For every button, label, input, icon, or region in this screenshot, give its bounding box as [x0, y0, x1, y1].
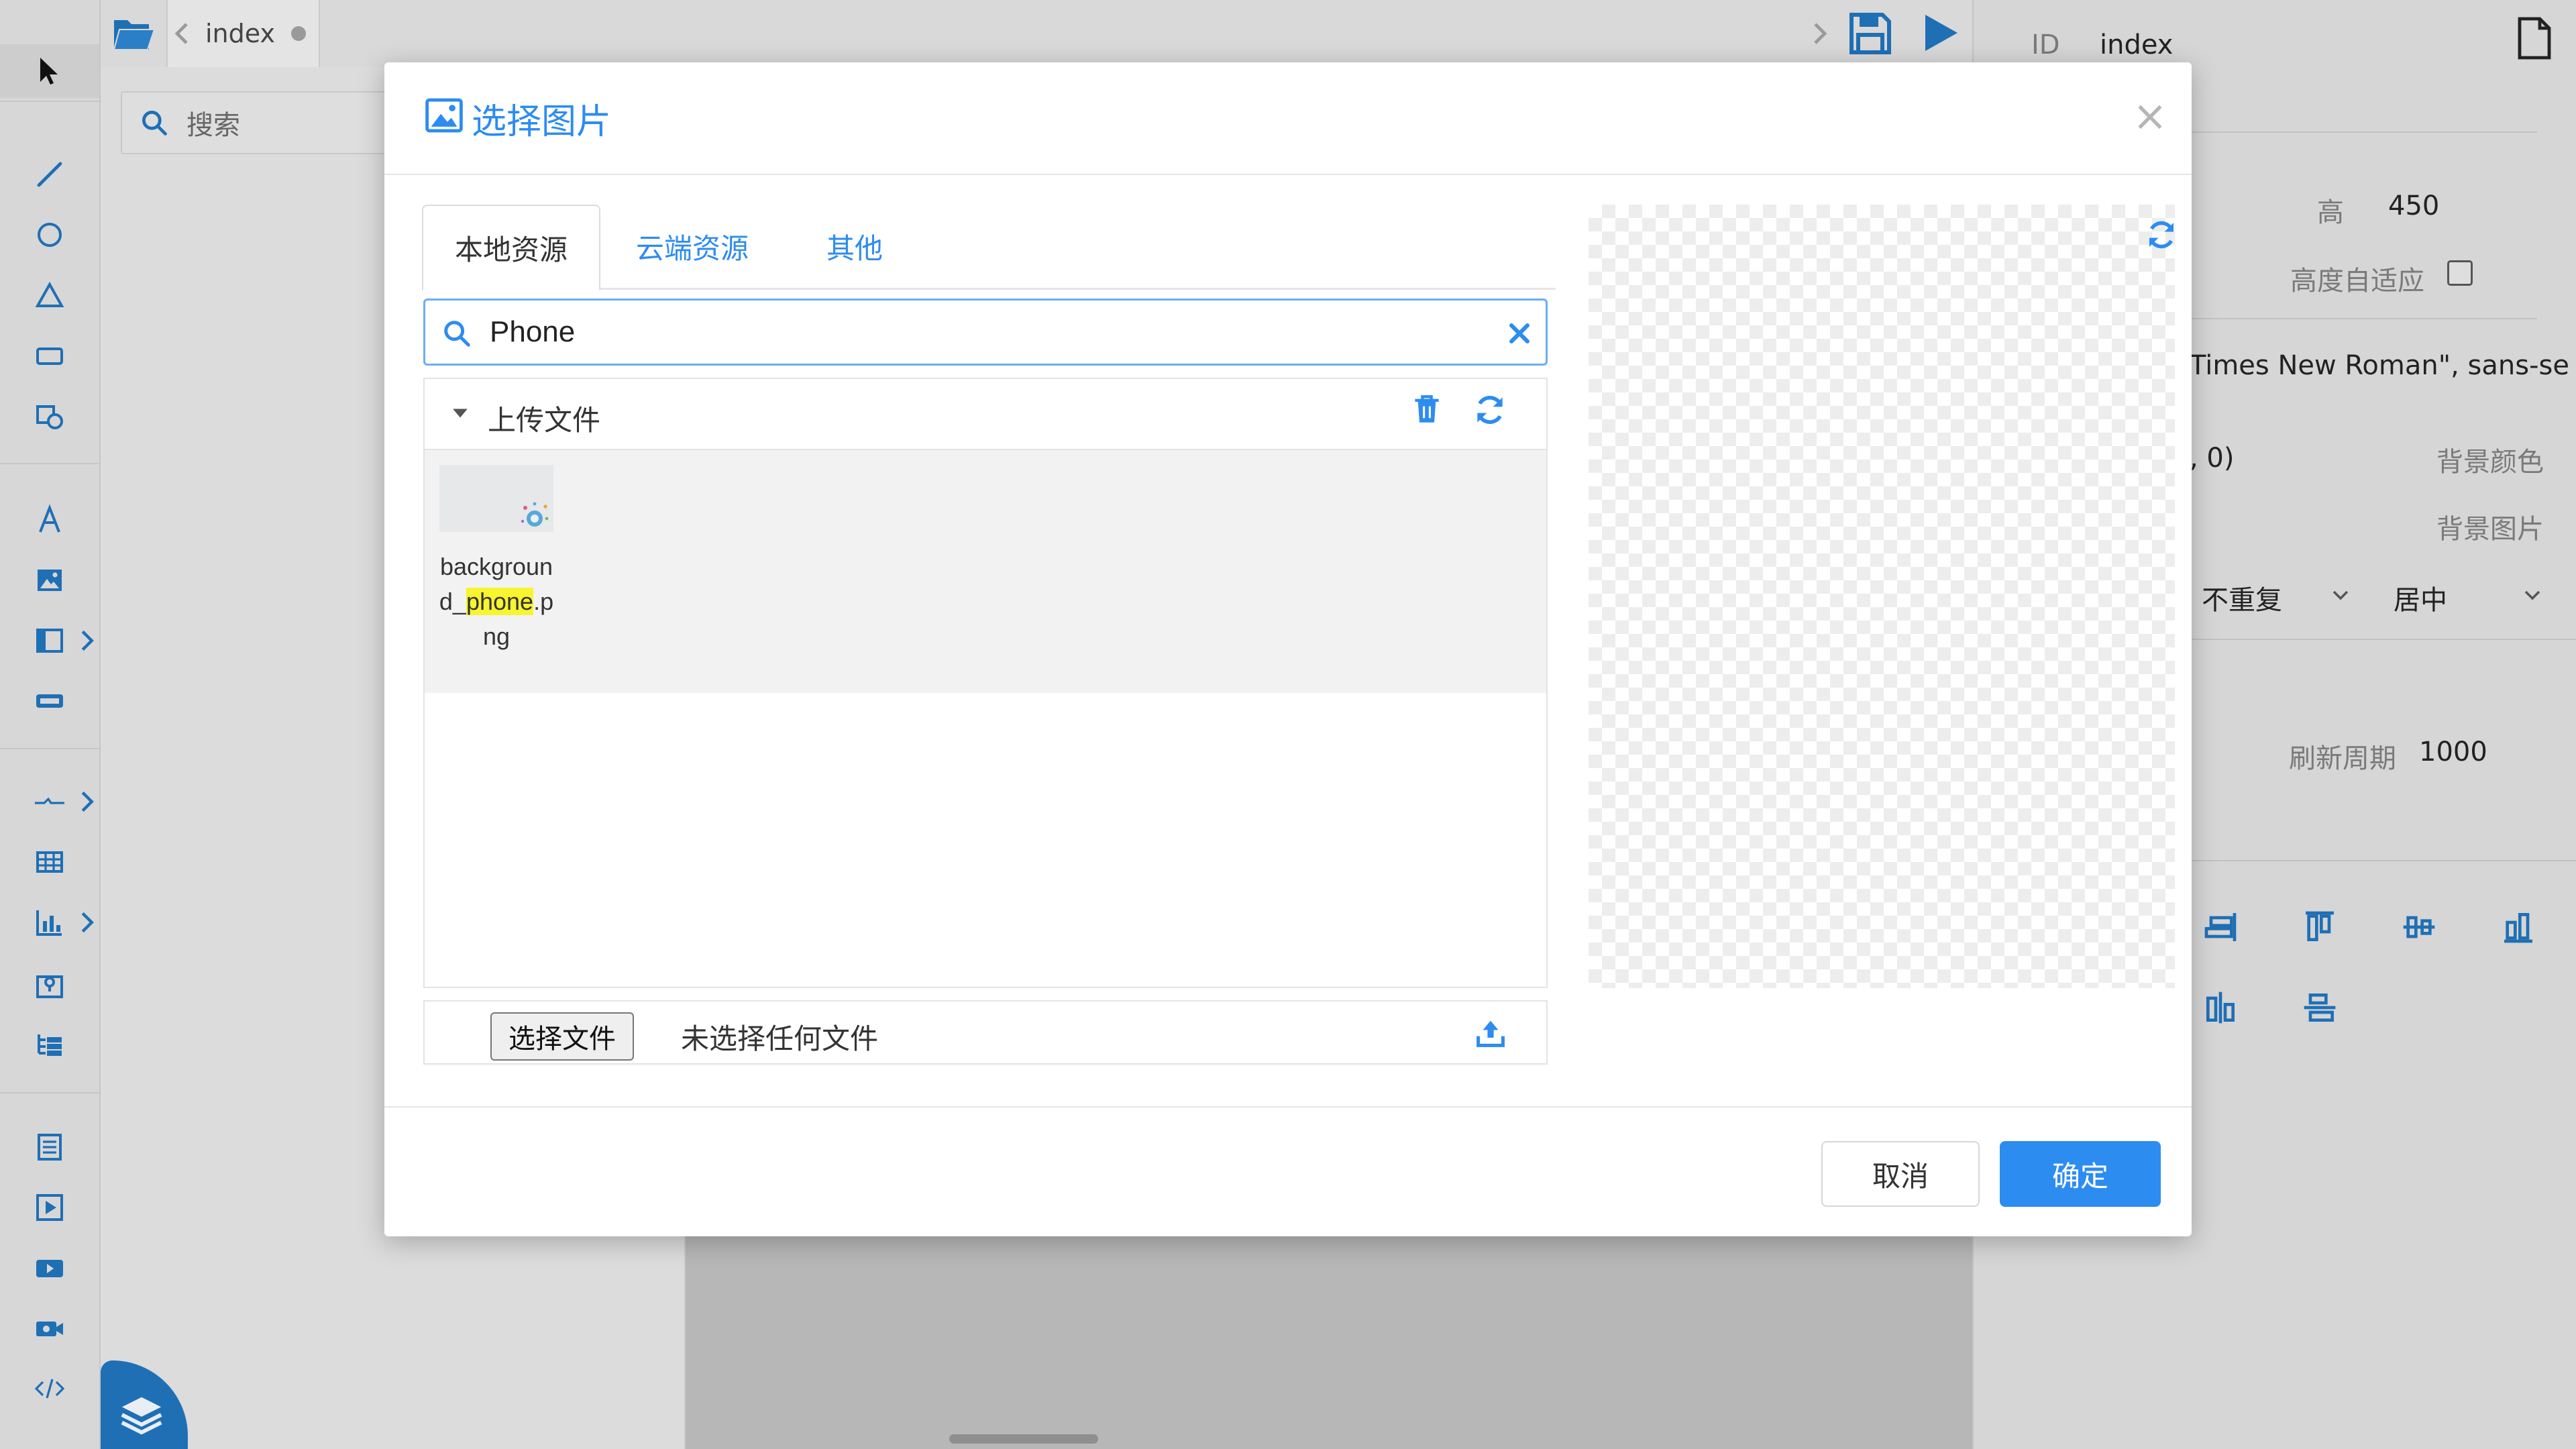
tool-rail — [0, 0, 101, 1449]
dialog-title: 选择图片 — [472, 102, 612, 142]
search-icon — [142, 111, 167, 136]
chevron-down-icon[interactable] — [2330, 585, 2351, 605]
circle-icon[interactable] — [0, 208, 99, 262]
auto-height-label: 高度自适应 — [2290, 266, 2424, 297]
font-color-value[interactable]: , 0) — [2190, 443, 2234, 474]
id-value: index — [2100, 30, 2174, 60]
file-item[interactable]: background_phone.png — [439, 465, 553, 654]
tab-cloud-resources[interactable]: 云端资源 — [598, 205, 787, 288]
select-image-dialog: 选择图片 × 本地资源 云端资源 其他 上传文件 background_phon… — [384, 62, 2192, 1236]
camera-icon[interactable] — [0, 1301, 99, 1355]
font-family-value[interactable]: Times New Roman", sans-se — [2190, 350, 2569, 381]
refresh-label: 刷新周期 — [2289, 743, 2396, 774]
shape-icon[interactable] — [0, 389, 99, 443]
pointer-icon[interactable] — [0, 44, 99, 98]
id-label: ID — [2031, 30, 2060, 60]
document-tab-title: index — [205, 19, 275, 48]
file-list: background_phone.png — [425, 450, 1546, 693]
image-search-box — [423, 299, 1548, 366]
cancel-button[interactable]: 取消 — [1821, 1141, 1980, 1207]
distribute-horizontal-icon[interactable] — [2202, 989, 2239, 1026]
image-thumbnail-icon — [521, 502, 549, 527]
tab-other[interactable]: 其他 — [787, 205, 922, 288]
form-icon[interactable] — [0, 1120, 99, 1174]
distribute-vertical-icon[interactable] — [2301, 989, 2339, 1026]
button-icon[interactable] — [0, 674, 99, 728]
horizontal-scrollbar[interactable] — [949, 1434, 1098, 1444]
height-value[interactable]: 450 — [2388, 191, 2439, 221]
tab-local-resources[interactable]: 本地资源 — [422, 205, 600, 291]
triangle-icon[interactable] — [0, 268, 99, 322]
table-icon[interactable] — [0, 835, 99, 889]
upload-row: 选择文件 未选择任何文件 — [423, 1000, 1548, 1065]
bg-color-label: 背景颜色 — [2436, 447, 2544, 478]
image-preview — [1589, 205, 2175, 988]
folder-row[interactable]: 上传文件 — [425, 379, 1546, 450]
auto-height-checkbox[interactable] — [2447, 260, 2473, 286]
search-match-highlight: phone — [466, 588, 534, 615]
file-thumbnail — [439, 465, 553, 532]
code-icon[interactable] — [0, 1362, 99, 1415]
folder-name: 上传文件 — [488, 404, 601, 437]
bg-repeat-select[interactable]: 不重复 — [2202, 578, 2282, 617]
clear-search-icon[interactable] — [1507, 321, 1532, 346]
dialog-footer: 取消 确定 — [384, 1106, 2192, 1238]
chevron-right-icon[interactable] — [1811, 20, 1829, 47]
map-icon[interactable] — [0, 958, 99, 1012]
bg-image-label: 背景图片 — [2436, 514, 2544, 545]
connector-icon[interactable] — [0, 775, 99, 828]
image-icon — [425, 98, 463, 133]
image-search-input[interactable] — [490, 310, 1462, 354]
layers-icon — [121, 1397, 162, 1435]
trash-icon[interactable] — [1412, 392, 1442, 426]
align-center-vertical-icon[interactable] — [2400, 908, 2438, 946]
document-icon[interactable] — [2516, 16, 2553, 60]
video-play-icon[interactable] — [0, 1181, 99, 1234]
chevron-down-icon[interactable] — [2522, 585, 2542, 605]
dialog-header: 选择图片 × — [384, 62, 2192, 175]
unsaved-dot-icon — [290, 26, 306, 41]
tree-icon[interactable] — [0, 1018, 99, 1072]
choose-file-button[interactable]: 选择文件 — [490, 1012, 634, 1061]
component-search-placeholder: 搜索 — [186, 110, 240, 141]
upload-icon[interactable] — [1475, 1018, 1506, 1049]
refresh-icon[interactable] — [1471, 391, 1509, 429]
height-label: 高 — [2317, 197, 2344, 228]
refresh-preview-icon[interactable] — [2143, 217, 2180, 253]
align-bottom-icon[interactable] — [2500, 908, 2537, 946]
search-icon — [444, 321, 470, 347]
folder-open-icon[interactable] — [111, 9, 156, 56]
editor-tab-bar — [101, 0, 1972, 68]
bar-chart-icon[interactable] — [0, 896, 99, 949]
file-status-text: 未选择任何文件 — [681, 1022, 879, 1055]
save-icon[interactable] — [1846, 9, 1894, 58]
close-icon[interactable]: × — [2131, 95, 2169, 137]
panel-icon[interactable] — [0, 614, 99, 667]
align-top-icon[interactable] — [2301, 908, 2339, 946]
line-icon[interactable] — [0, 148, 99, 201]
bg-position-select[interactable]: 居中 — [2394, 578, 2447, 617]
rectangle-icon[interactable] — [0, 329, 99, 382]
caret-down-icon[interactable] — [451, 406, 469, 421]
play-icon[interactable] — [1917, 11, 1962, 55]
align-right-icon[interactable] — [2202, 908, 2239, 946]
confirm-button[interactable]: 确定 — [2000, 1141, 2161, 1207]
video-icon[interactable] — [0, 1241, 99, 1295]
source-tabs: 本地资源 云端资源 其他 — [422, 205, 1556, 291]
image-icon[interactable] — [0, 553, 99, 607]
file-name: background_phone.png — [434, 549, 559, 654]
file-browser: 上传文件 background_phone.png — [423, 378, 1548, 988]
refresh-value[interactable]: 1000 — [2419, 737, 2487, 767]
chevron-left-icon[interactable] — [173, 20, 191, 47]
text-icon[interactable] — [0, 493, 99, 547]
